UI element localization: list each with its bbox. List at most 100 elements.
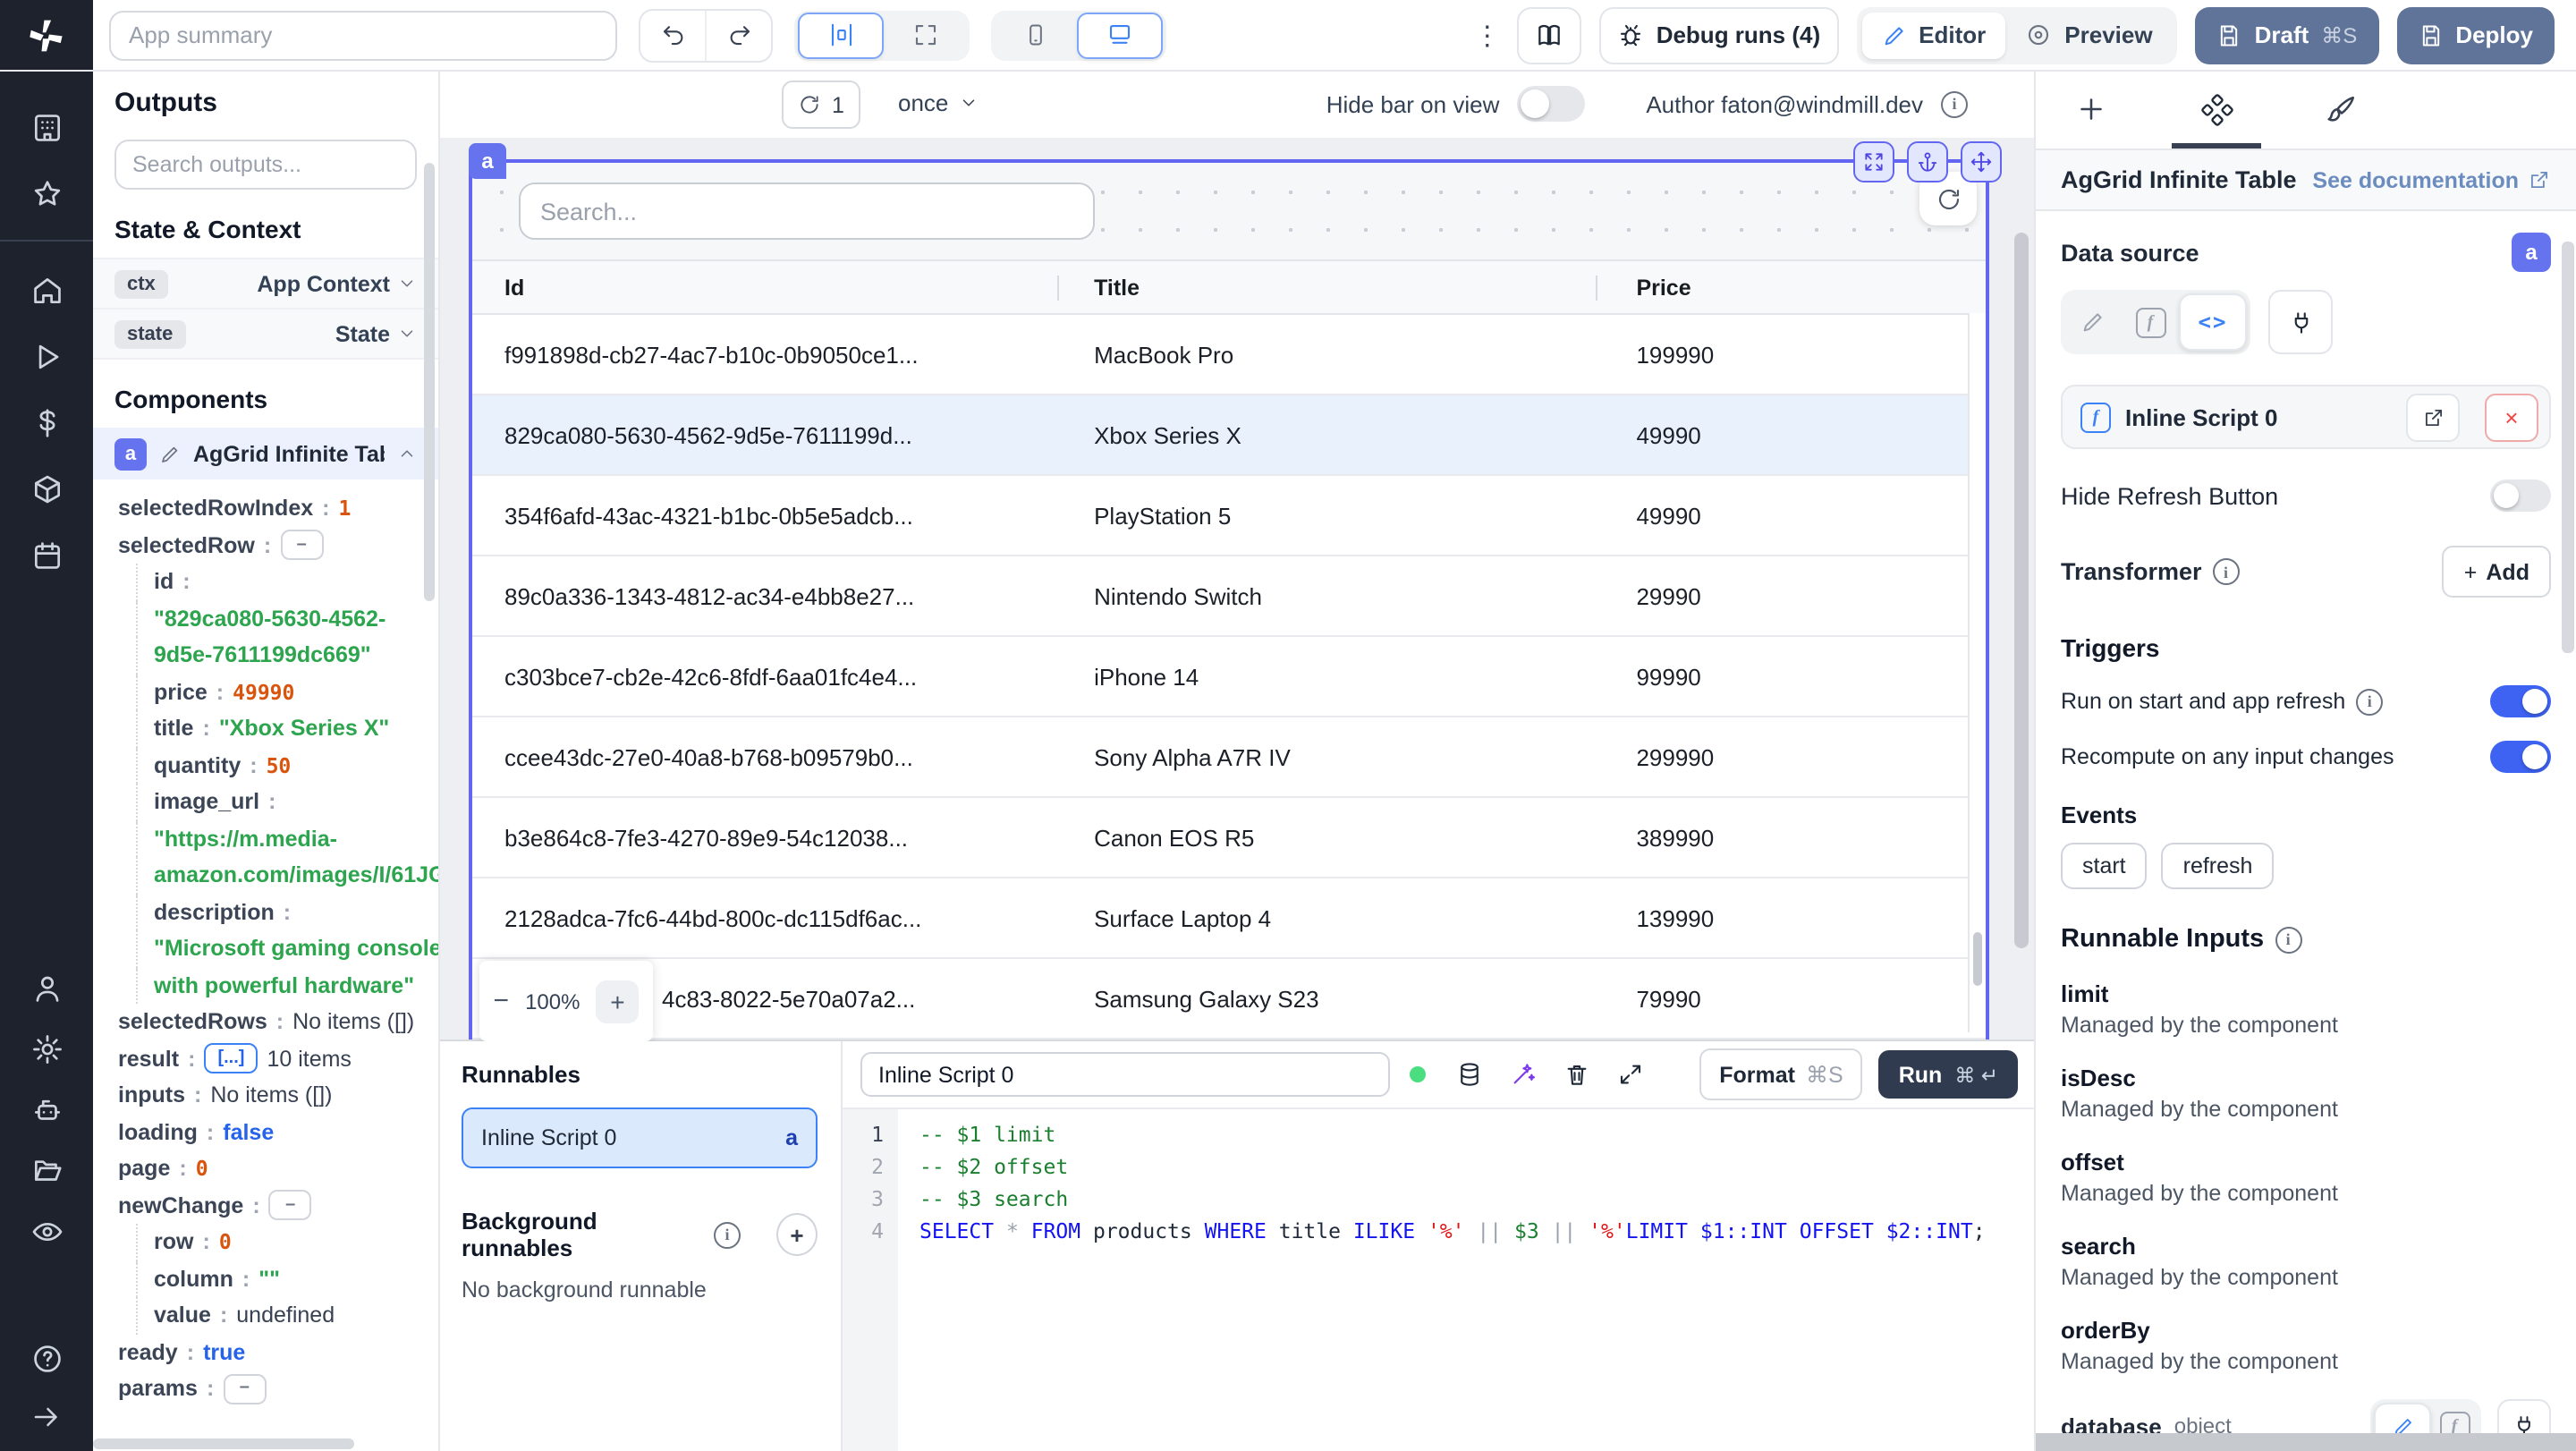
table-row[interactable]: 2128adca-7fc6-44bd-800c-dc115df6ac... Sur… [472,878,1986,959]
output-tree-line[interactable]: "https://m.media- [136,820,438,857]
eval-code-button[interactable]: <> [2179,293,2247,351]
mobile-view-button[interactable] [995,13,1077,56]
table-row[interactable]: 354f6afd-43ac-4321-b1bc-0b5e5adcb... Play… [472,476,1986,556]
centered-layout-button[interactable] [798,12,884,58]
debug-runs-button[interactable]: Debug runs (4) [1598,6,1839,64]
state-row[interactable]: state State [93,310,438,360]
collapse-object-button[interactable]: – [268,1190,312,1221]
table-row[interactable]: 4c83-8022-5e70a07a2... Samsung Galaxy S23… [472,959,1986,1039]
output-tree-line[interactable]: quantity:50 [136,747,438,784]
ai-robot-icon[interactable] [30,1093,64,1127]
outputs-vertical-scrollbar[interactable] [424,163,435,601]
connect-input-button[interactable] [2268,290,2333,354]
sql-code[interactable]: -- $1 limit -- $2 offset -- $3 search SELEC… [898,1109,2036,1451]
format-button[interactable]: Format ⌘S [1699,1048,1863,1100]
tab-editor[interactable]: Editor [1861,12,2006,58]
see-documentation-link[interactable]: See documentation [2312,167,2551,192]
component-tag-badge[interactable]: a [469,143,506,179]
expand-component-button[interactable] [1853,141,1894,182]
table-search-input[interactable] [519,182,1095,240]
settings-gear-icon[interactable] [30,1032,64,1066]
table-column-header[interactable]: Price [1595,275,1986,300]
anchor-component-button[interactable] [1907,141,1948,182]
output-tree-line[interactable]: price:49990 [136,674,438,710]
home-icon[interactable] [30,274,64,308]
redo-button[interactable] [705,10,771,60]
event-pill-refresh[interactable]: refresh [2161,843,2275,889]
refresh-interval-dropdown[interactable]: once [898,81,979,125]
move-component-button[interactable] [1961,141,2002,182]
runnable-item-inline-script-0[interactable]: Inline Script 0 a [462,1107,818,1168]
table-column-header[interactable]: Title [1056,275,1595,300]
variables-icon[interactable] [30,406,64,440]
collapse-rail-arrow-icon[interactable] [30,1401,63,1433]
users-icon[interactable] [30,972,64,1006]
canvas-vertical-scrollbar[interactable] [2014,233,2029,948]
settings-horizontal-scrollbar[interactable] [2036,1433,2576,1451]
output-tree-line[interactable]: title: "Xbox Series X" [136,710,438,747]
app-canvas[interactable]: a IdTitlePrice [438,138,2036,1041]
database-icon[interactable] [1456,1061,1483,1088]
more-menu-icon[interactable]: ⋮ [1474,19,1501,51]
collapse-object-button[interactable]: – [223,1373,267,1404]
desktop-view-button[interactable] [1077,12,1163,58]
zoom-out-button[interactable]: − [494,986,510,1016]
output-tree-line[interactable]: params: – [118,1370,438,1407]
tab-component-settings[interactable] [2172,70,2261,148]
output-tree-line[interactable]: amazon.com/images/I/61JGKho [136,857,438,894]
run-on-start-info-icon[interactable]: i [2356,688,2384,715]
output-tree-line[interactable]: id: [136,564,438,600]
output-tree-line[interactable]: newChange: – [118,1187,438,1224]
run-button[interactable]: Run ⌘ ↵ [1878,1050,2018,1099]
output-tree-line[interactable]: "829ca080-5630-4562- [136,600,438,637]
tab-styling[interactable] [2315,70,2368,148]
tab-preview[interactable]: Preview [2005,12,2172,58]
output-tree-line[interactable]: value: undefined [136,1297,438,1334]
table-row[interactable]: b3e864c8-7fe3-4270-89e9-54c12038... Canon… [472,798,1986,878]
folders-icon[interactable] [30,1154,64,1188]
help-icon[interactable] [30,1342,64,1376]
app-summary-input[interactable] [109,10,617,60]
aggrid-component[interactable]: a IdTitlePrice [469,141,2002,1041]
detach-script-button[interactable]: × [2485,393,2538,441]
ctx-row[interactable]: ctx App Context [93,258,438,310]
output-tree-line[interactable]: loading: false [118,1114,438,1150]
tab-insert-component[interactable] [2064,70,2118,148]
table-row[interactable]: f991898d-cb27-4ac7-b10c-0b9050ce1... MacB… [472,315,1986,395]
draft-button[interactable]: Draft ⌘S [2195,6,2379,64]
runnable-inputs-info-icon[interactable]: i [2275,926,2302,953]
delete-trash-icon[interactable] [1563,1061,1590,1088]
output-tree-line[interactable]: inputs: No items ([]) [118,1077,438,1114]
table-row[interactable]: c303bce7-cb2e-42c6-8fdf-6aa01fc4e4... iPh… [472,637,1986,717]
output-tree-line[interactable]: image_url: [136,784,438,820]
resources-icon[interactable] [30,472,64,506]
background-runnables-info-icon[interactable]: i [714,1221,741,1248]
output-tree-line[interactable]: page:0 [118,1150,438,1187]
windmill-logo[interactable] [0,0,93,70]
transformer-info-icon[interactable]: i [2212,558,2240,585]
workspace-icon[interactable] [30,111,64,145]
deploy-button[interactable]: Deploy [2396,6,2555,64]
full-width-layout-button[interactable] [884,13,966,56]
add-transformer-button[interactable]: + Add [2442,546,2551,598]
recompute-toggle[interactable] [2490,741,2551,773]
zoom-in-button[interactable]: + [596,980,640,1022]
settings-vertical-scrollbar[interactable] [2562,242,2574,653]
output-tree-line[interactable]: ready: true [118,1334,438,1370]
table-row[interactable]: 89c0a336-1343-4812-ac34-e4bb8e27... Ninte… [472,556,1986,637]
expand-array-button[interactable]: [...] [204,1043,258,1074]
attached-inline-script-row[interactable]: f Inline Script 0 × [2061,385,2551,449]
event-pill-start[interactable]: start [2061,843,2148,889]
hide-bar-toggle[interactable] [1517,86,1586,122]
table-vertical-scrollbar[interactable] [1968,313,1986,1032]
collapse-object-button[interactable]: – [280,530,324,561]
run-on-start-toggle[interactable] [2490,685,2551,717]
runs-icon[interactable] [30,340,64,374]
table-row[interactable]: ccee43dc-27e0-40a8-b768-b09579b0... Sony … [472,717,1986,798]
output-tree-line[interactable]: selectedRow: – [118,527,438,564]
output-tree-line[interactable]: result: [...] 10 items [118,1040,438,1077]
hide-refresh-toggle[interactable] [2490,479,2551,512]
docs-button[interactable] [1516,6,1581,64]
favorites-star-icon[interactable] [30,177,64,211]
code-editor[interactable]: 1 2 3 4 -- $1 limit -- $2 offset -- $3 search… [843,1109,2036,1451]
